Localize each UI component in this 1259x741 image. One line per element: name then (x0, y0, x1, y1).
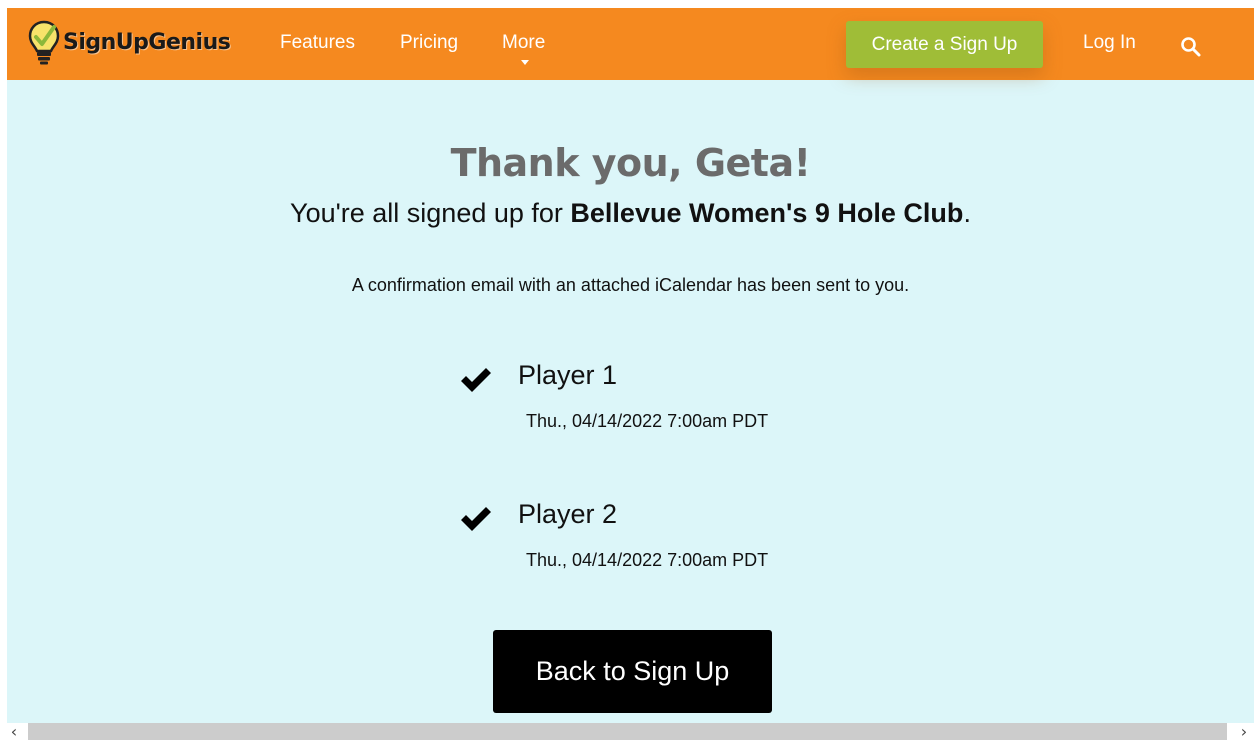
slot-date: Thu., 04/14/2022 7:00am PDT (526, 411, 769, 431)
create-sign-up-button[interactable]: Create a Sign Up (846, 21, 1043, 68)
chevron-down-icon[interactable] (521, 60, 529, 65)
lightbulb-logo-icon (28, 20, 60, 65)
confirmation-email-note: A confirmation email with an attached iC… (351, 275, 910, 295)
back-to-sign-up-button[interactable]: Back to Sign Up (493, 630, 772, 713)
subtitle-suffix: . (963, 198, 971, 228)
slot-name: Player 2 (518, 499, 618, 529)
top-navbar: SignUpGenius Features Pricing More Creat… (7, 8, 1254, 80)
slot-date: Thu., 04/14/2022 7:00am PDT (526, 550, 769, 570)
nav-features[interactable]: Features (280, 32, 355, 54)
search-icon[interactable] (1179, 35, 1203, 59)
nav-pricing[interactable]: Pricing (400, 32, 458, 54)
group-name: Bellevue Women's 9 Hole Club (570, 198, 964, 228)
scrollbar-thumb[interactable] (28, 723, 1227, 740)
page-title: Thank you, Geta! (450, 141, 811, 185)
logo[interactable]: SignUpGenius (27, 16, 231, 68)
scroll-left-icon[interactable]: ‹ (4, 723, 24, 740)
check-icon (461, 507, 491, 531)
signup-subtitle: You're all signed up for Bellevue Women'… (7, 198, 1254, 229)
nav-more[interactable]: More (502, 32, 545, 54)
page-frame: SignUpGenius Features Pricing More Creat… (7, 8, 1254, 723)
slot-name: Player 1 (518, 360, 618, 390)
subtitle-prefix: You're all signed up for (290, 198, 571, 228)
logo-text: SignUpGenius (63, 29, 231, 55)
login-link[interactable]: Log In (1083, 32, 1136, 54)
scroll-right-icon[interactable]: › (1234, 723, 1254, 740)
check-icon (461, 368, 491, 392)
horizontal-scrollbar[interactable]: ‹ › (0, 723, 1259, 740)
